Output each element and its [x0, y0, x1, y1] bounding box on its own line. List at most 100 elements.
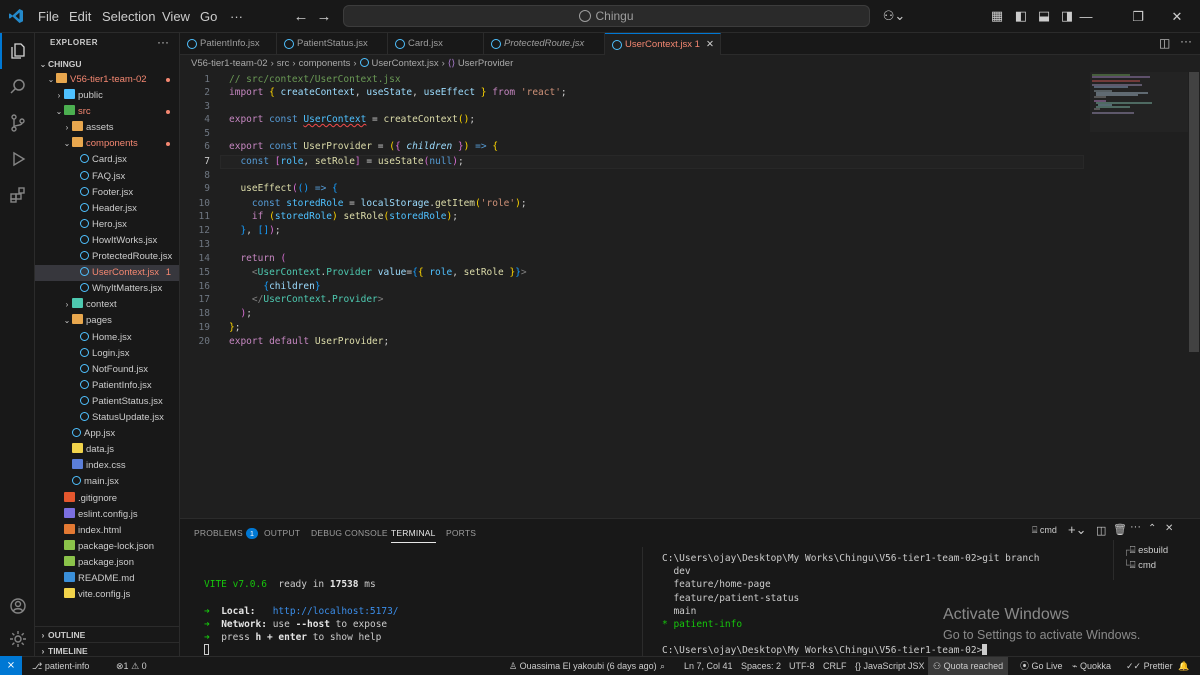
account-icon[interactable]: [0, 588, 35, 624]
split-terminal-icon[interactable]: ◫: [1096, 524, 1106, 537]
breadcrumb-symbol[interactable]: UserProvider: [458, 58, 513, 69]
tree-file[interactable]: FAQ.jsx: [35, 169, 179, 185]
back-arrow-icon[interactable]: ←: [291, 7, 311, 27]
status-blame[interactable]: ♙ Ouassima El yakoubi (6 days ago): [509, 657, 657, 675]
toggle-sidebar-icon[interactable]: ◧: [1013, 8, 1029, 24]
status-spaces[interactable]: Spaces: 2: [741, 657, 781, 675]
status-cursor[interactable]: Ln 7, Col 41: [684, 657, 733, 675]
status-problems[interactable]: ⊗1 ⚠ 0: [116, 657, 147, 675]
tree-file[interactable]: vite.config.js: [35, 587, 179, 603]
tab-protectedroute[interactable]: ProtectedRoute.jsx: [484, 33, 605, 55]
panel-more-icon[interactable]: ···: [1130, 521, 1141, 533]
status-eol[interactable]: CRLF: [823, 657, 847, 675]
status-golive[interactable]: ⦿ Go Live: [1020, 657, 1063, 675]
copilot-icon[interactable]: ⚇⌄: [882, 8, 906, 24]
tree-file[interactable]: PatientInfo.jsx: [35, 378, 179, 394]
tree-folder[interactable]: ⌄ src: [35, 104, 179, 120]
menu-more[interactable]: ···: [222, 0, 251, 33]
tree-folder[interactable]: ⌄ components: [35, 136, 179, 152]
status-language[interactable]: {} JavaScript JSX: [855, 657, 925, 675]
tree-file[interactable]: data.js: [35, 442, 179, 458]
tree-folder[interactable]: ⌄ pages: [35, 313, 179, 329]
tree-file[interactable]: App.jsx: [35, 426, 179, 442]
tree-file[interactable]: UserContext.jsx 1: [35, 265, 179, 282]
minimize-icon[interactable]: —: [1063, 0, 1109, 33]
tree-file[interactable]: HowItWorks.jsx: [35, 233, 179, 249]
tab-ports[interactable]: PORTS: [446, 523, 476, 543]
tree-file[interactable]: PatientStatus.jsx: [35, 394, 179, 410]
tree-file[interactable]: .gitignore: [35, 491, 179, 507]
tab-output[interactable]: OUTPUT: [264, 523, 300, 543]
tree-file[interactable]: ProtectedRoute.jsx: [35, 249, 179, 265]
kill-terminal-trash-icon[interactable]: 🗑: [1113, 523, 1127, 536]
vite-terminal-output[interactable]: VITE v7.0.6 ready in 17538 ms ➜ Local: h…: [204, 565, 399, 657]
editor-scrollbar-thumb[interactable]: [1189, 72, 1199, 352]
tree-file[interactable]: eslint.config.js: [35, 507, 179, 523]
close-icon[interactable]: ✕: [1154, 0, 1200, 33]
tree-file[interactable]: Login.jsx: [35, 346, 179, 362]
split-editor-icon[interactable]: ◫: [1159, 36, 1170, 50]
menu-go[interactable]: Go: [192, 0, 225, 33]
tree-folder[interactable]: › context: [35, 297, 179, 313]
status-prettier[interactable]: ✓✓ Prettier: [1126, 657, 1173, 675]
breadcrumb-src[interactable]: src: [277, 58, 290, 69]
toggle-panel-icon[interactable]: ⬓: [1036, 8, 1052, 24]
tab-card[interactable]: Card.jsx: [388, 33, 484, 55]
forward-arrow-icon[interactable]: →: [314, 7, 334, 27]
explorer-more-icon[interactable]: ···: [157, 35, 169, 49]
terminal-shell-selector[interactable]: ⌸ cmd: [1032, 525, 1057, 536]
tab-patientstatus[interactable]: PatientStatus.jsx: [277, 33, 388, 55]
breadcrumb-project[interactable]: V56-tier1-team-02: [191, 58, 268, 69]
tree-file[interactable]: Hero.jsx: [35, 217, 179, 233]
project-folder[interactable]: ⌄ V56-tier1-team-02: [35, 72, 179, 88]
source-control-icon[interactable]: [0, 105, 35, 141]
tree-file[interactable]: WhyItMatters.jsx: [35, 281, 179, 297]
tree-file[interactable]: Home.jsx: [35, 330, 179, 346]
notifications-bell-icon[interactable]: 🔔: [1178, 657, 1189, 675]
settings-gear-icon[interactable]: [0, 621, 35, 657]
remote-window-icon[interactable]: ⨯: [0, 656, 22, 675]
outline-section[interactable]: › OUTLINE: [35, 626, 179, 642]
status-encoding[interactable]: UTF-8: [789, 657, 815, 675]
tab-patientinfo[interactable]: PatientInfo.jsx: [180, 33, 277, 55]
tree-file[interactable]: index.html: [35, 523, 179, 539]
tab-usercontext[interactable]: UserContext.jsx 1 ✕: [605, 33, 721, 55]
editor-more-icon[interactable]: ···: [1180, 34, 1192, 48]
customize-layout-icon[interactable]: ▦: [989, 8, 1005, 24]
close-tab-icon[interactable]: ✕: [706, 34, 714, 56]
explorer-icon[interactable]: [0, 33, 35, 69]
status-branch[interactable]: ⎇ patient-info: [32, 657, 89, 675]
tree-file[interactable]: Footer.jsx: [35, 185, 179, 201]
breadcrumb-components[interactable]: components: [299, 58, 351, 69]
terminal-list-esbuild[interactable]: ┌⌸ esbuild: [1123, 545, 1168, 556]
timeline-section[interactable]: › TIMELINE: [35, 642, 179, 656]
code-editor[interactable]: 1 2 3 4 5 6 7 8 9 10 11 12 13 14 15 16 17 18 19 20 // src/c…: [180, 72, 1190, 518]
extensions-icon[interactable]: [0, 177, 35, 213]
tab-terminal[interactable]: TERMINAL: [391, 523, 436, 543]
run-debug-icon[interactable]: [0, 141, 35, 177]
status-zoom-search-icon[interactable]: ⌕: [660, 657, 665, 675]
close-panel-icon[interactable]: ✕: [1165, 523, 1173, 534]
tree-file[interactable]: README.md: [35, 571, 179, 587]
new-terminal-plus-icon[interactable]: +⌄: [1068, 522, 1086, 538]
tree-file[interactable]: NotFound.jsx: [35, 362, 179, 378]
tab-problems[interactable]: PROBLEMS 1: [194, 523, 259, 543]
vite-local-url[interactable]: http://localhost:5173/: [273, 606, 399, 617]
search-icon[interactable]: [0, 69, 35, 105]
workspace-root[interactable]: ⌄ CHINGU: [35, 56, 179, 72]
terminal-list-cmd[interactable]: └⌸ cmd: [1123, 560, 1156, 571]
tree-file[interactable]: package.json: [35, 555, 179, 571]
tab-debug-console[interactable]: DEBUG CONSOLE: [311, 523, 388, 543]
breadcrumb-file[interactable]: UserContext.jsx: [372, 58, 439, 69]
tree-file[interactable]: package-lock.json: [35, 539, 179, 555]
command-center-search[interactable]: Chingu: [343, 5, 870, 27]
status-quota[interactable]: ⚇ Quota reached: [928, 657, 1009, 675]
tree-file[interactable]: index.css: [35, 458, 179, 474]
tree-folder[interactable]: › assets: [35, 120, 179, 136]
tree-folder[interactable]: › public: [35, 88, 179, 104]
minimap[interactable]: [1090, 72, 1188, 518]
tree-file[interactable]: Card.jsx: [35, 152, 179, 168]
tree-file[interactable]: StatusUpdate.jsx: [35, 410, 179, 426]
status-quokka[interactable]: ⌁ Quokka: [1072, 657, 1111, 675]
tree-file[interactable]: main.jsx: [35, 474, 179, 490]
